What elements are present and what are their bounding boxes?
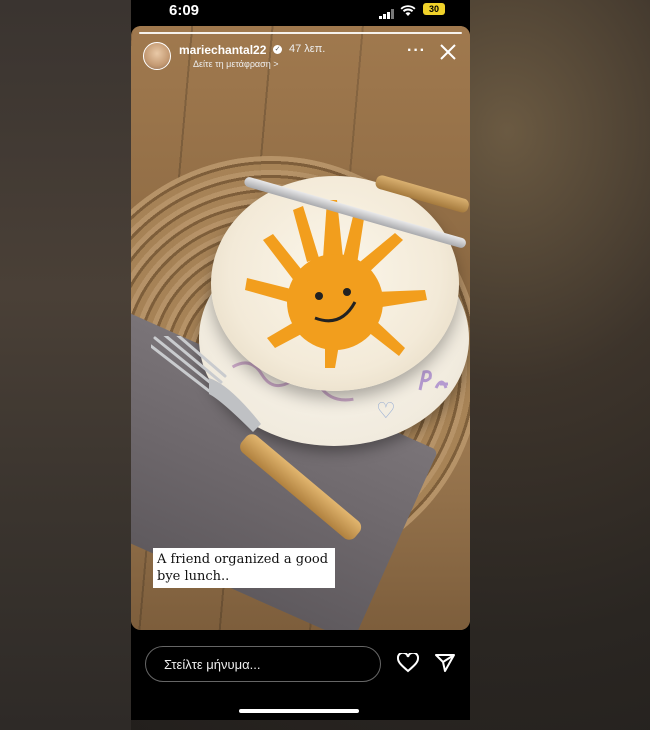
- story-username[interactable]: mariechantal22: [179, 43, 266, 57]
- status-time: 6:09: [169, 2, 200, 19]
- blurred-background-left: [0, 0, 131, 730]
- message-bar: Στείλτε μήνυμα...: [131, 630, 470, 720]
- story-progress-bar: [139, 32, 462, 34]
- wifi-icon: [400, 4, 416, 22]
- status-bar: 6:09 30: [131, 0, 470, 26]
- battery-icon: 30: [423, 3, 445, 15]
- story-time: 47 λεπ.: [289, 43, 326, 55]
- story-caption: A friend organized a good bye lunch..: [153, 548, 335, 588]
- signal-icon: [379, 6, 395, 24]
- story-viewer[interactable]: ♡ mariechantal22 ✓ 47 λεπ. Δείτε τη μετά…: [131, 26, 470, 630]
- translate-link[interactable]: Δείτε τη μετάφραση >: [193, 59, 278, 69]
- close-icon[interactable]: [439, 43, 457, 66]
- verified-icon: ✓: [273, 45, 282, 54]
- like-heart-icon[interactable]: [396, 651, 420, 678]
- message-placeholder: Στείλτε μήνυμα...: [164, 657, 261, 672]
- heart-doodle: ♡: [376, 398, 396, 423]
- phone-screen: 6:09 30 ♡ mariechantal22 ✓ 47 λεπ. Δείτε…: [131, 0, 470, 720]
- more-options-icon[interactable]: ···: [407, 42, 426, 60]
- message-input[interactable]: Στείλτε μήνυμα...: [145, 646, 381, 682]
- send-icon[interactable]: [435, 653, 455, 678]
- home-indicator: [239, 709, 359, 713]
- fork-icon: [151, 336, 261, 432]
- avatar[interactable]: [143, 42, 171, 70]
